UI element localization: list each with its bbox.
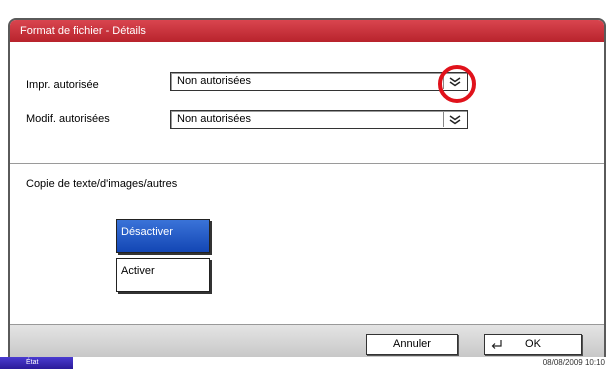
dialog-footer: Annuler OK xyxy=(10,324,604,357)
status-bar: État 08/08/2009 10:10 xyxy=(0,357,611,369)
disable-button[interactable]: Désactiver xyxy=(116,219,210,253)
status-tab[interactable]: État xyxy=(0,357,73,369)
highlight-circle xyxy=(438,65,476,103)
dialog-panel: Format de fichier - Détails Impr. autori… xyxy=(10,20,604,357)
print-permission-label: Impr. autorisée xyxy=(26,79,99,91)
ok-button-label: OK xyxy=(525,338,541,350)
section-divider xyxy=(10,163,604,164)
enable-button[interactable]: Activer xyxy=(116,258,210,292)
cancel-button[interactable]: Annuler xyxy=(366,334,458,355)
print-permission-select[interactable]: Non autorisées xyxy=(170,72,468,91)
modify-permission-value: Non autorisées xyxy=(177,113,251,125)
dialog-title: Format de fichier - Détails xyxy=(10,20,604,42)
status-datetime: 08/08/2009 10:10 xyxy=(542,358,605,367)
print-permission-value: Non autorisées xyxy=(177,75,251,87)
modify-permission-label: Modif. autorisées xyxy=(26,113,110,125)
copy-section-label: Copie de texte/d'images/autres xyxy=(26,178,178,190)
modify-permission-dropdown[interactable] xyxy=(443,112,465,127)
ok-button[interactable]: OK xyxy=(484,334,582,355)
modify-permission-select[interactable]: Non autorisées xyxy=(170,110,468,129)
double-chevron-down-icon xyxy=(449,114,460,124)
enter-icon xyxy=(491,340,502,349)
